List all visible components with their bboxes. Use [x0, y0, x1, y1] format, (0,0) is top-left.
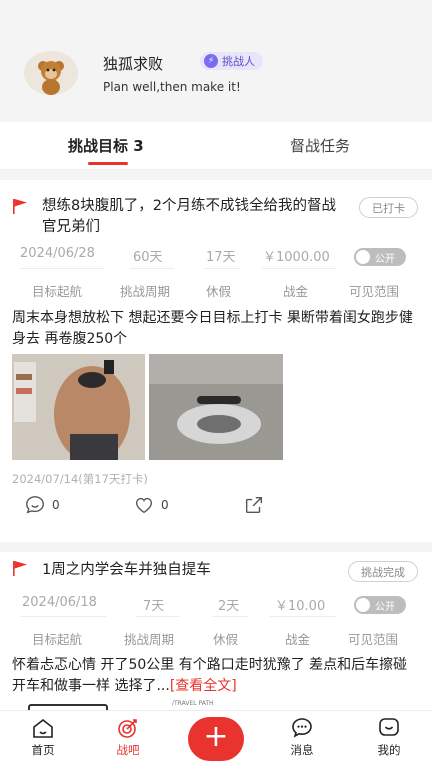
like-button[interactable]: 0 [133, 494, 169, 516]
field-labels: 目标起航 挑战周期 休假 战金 可见范围 [0, 281, 432, 303]
stake-amount: ￥1000.00 [263, 250, 330, 265]
share-icon [245, 496, 263, 514]
lightning-icon: ⚡ [204, 54, 218, 68]
challenge-complete-badge: 挑战完成 [348, 561, 418, 582]
message-icon [292, 718, 312, 738]
leave-days: 17天 [206, 250, 236, 265]
period: 60天 [133, 250, 163, 265]
toggle-knob [356, 598, 370, 612]
flag-icon [13, 199, 27, 214]
label-leave: 休假 [213, 632, 239, 647]
stake-amount: ￥10.00 [275, 599, 326, 614]
heart-icon [135, 497, 153, 514]
photo-peek-caption: /TRAVEL PATH [172, 700, 214, 707]
divider [0, 542, 432, 552]
nav-zhanba-label: 战吧 [116, 743, 140, 757]
value-underline [270, 616, 336, 617]
share-button[interactable] [243, 494, 265, 516]
nav-home[interactable]: 首页 [13, 717, 73, 758]
badge-label: 挑战人 [222, 55, 255, 68]
label-start: 目标起航 [32, 632, 83, 647]
label-stake: 战金 [285, 632, 311, 647]
bottom-nav: 首页 战吧 + 消息 我的 [0, 710, 432, 768]
nav-messages-label: 消息 [290, 743, 314, 757]
action-bar: 0 0 [0, 494, 432, 516]
divider [0, 170, 432, 180]
nav-mine[interactable]: 我的 [359, 717, 419, 758]
label-stake: 战金 [283, 284, 309, 299]
value-underline [204, 268, 240, 269]
tab-challenge-goals[interactable]: 挑战目标 3 [68, 135, 144, 156]
nav-mine-label: 我的 [377, 743, 401, 757]
checkin-photo[interactable] [12, 354, 145, 460]
value-underline [20, 616, 106, 617]
label-period: 挑战周期 [120, 284, 171, 299]
challenge-list: 想练8块腹肌了，2个月练不成钱全给我的督战官兄弟们 已打卡 2024/06/28… [0, 170, 432, 710]
challenge-title: 1周之内学会车并独自提车 [42, 562, 211, 578]
label-start: 目标起航 [32, 284, 83, 299]
profile-header: 独孤求败 ⚡ 挑战人 Plan well,then make it! [0, 28, 432, 122]
value-underline [136, 616, 180, 617]
start-date: 2024/06/28 [20, 246, 95, 261]
comment-icon [26, 496, 44, 514]
visibility-toggle[interactable]: 公开 [354, 596, 406, 614]
value-underline [20, 268, 104, 269]
nav-messages[interactable]: 消息 [272, 717, 332, 758]
profile-icon [379, 718, 399, 736]
challenger-badge: ⚡ 挑战人 [200, 52, 263, 70]
label-visibility: 可见范围 [348, 632, 399, 647]
checkin-photo[interactable] [149, 354, 283, 460]
flag-icon [13, 561, 27, 576]
motto: Plan well,then make it! [103, 80, 241, 94]
status-bar [0, 0, 432, 28]
active-tab-indicator [88, 162, 128, 165]
like-count: 0 [161, 498, 169, 512]
checkin-text: 怀着忐忑心情 开了50公里 有个路口走时犹豫了 差点和后车擦碰 开车和做事一样 … [12, 655, 422, 697]
target-icon [118, 719, 137, 738]
create-button[interactable]: + [188, 717, 244, 761]
label-visibility: 可见范围 [349, 284, 400, 299]
username: 独孤求败 [103, 55, 164, 73]
field-labels: 目标起航 挑战周期 休假 战金 可见范围 [0, 629, 432, 651]
read-more-link[interactable]: [查看全文] [170, 678, 237, 694]
nav-home-label: 首页 [31, 743, 55, 757]
checked-in-badge: 已打卡 [359, 197, 418, 218]
label-period: 挑战周期 [124, 632, 175, 647]
challenge-title: 想练8块腹肌了，2个月练不成钱全给我的督战官兄弟们 [42, 198, 336, 235]
checkin-text: 周末本身想放松下 想起还要今日目标上打卡 果断带着闺女跑步健身去 再卷腹250个 [12, 310, 413, 347]
home-icon [33, 718, 53, 738]
checkin-date: 2024/07/14(第17天打卡) [12, 472, 148, 486]
comment-button[interactable]: 0 [24, 494, 60, 516]
start-date: 2024/06/18 [22, 595, 97, 610]
toggle-knob [356, 250, 370, 264]
avatar[interactable] [24, 51, 78, 95]
value-underline [212, 616, 248, 617]
nav-zhanba[interactable]: 战吧 [98, 717, 158, 758]
plus-icon: + [203, 719, 229, 754]
label-leave: 休假 [206, 284, 232, 299]
visibility-label: 公开 [375, 253, 395, 265]
leave-days: 2天 [218, 599, 240, 614]
visibility-label: 公开 [375, 601, 395, 613]
period: 7天 [143, 599, 165, 614]
value-underline [130, 268, 174, 269]
tab-supervision-tasks[interactable]: 督战任务 [290, 135, 350, 156]
comment-count: 0 [52, 498, 60, 512]
value-underline [262, 268, 336, 269]
visibility-toggle[interactable]: 公开 [354, 248, 406, 266]
tab-bar: 挑战目标 3 督战任务 [0, 122, 432, 170]
